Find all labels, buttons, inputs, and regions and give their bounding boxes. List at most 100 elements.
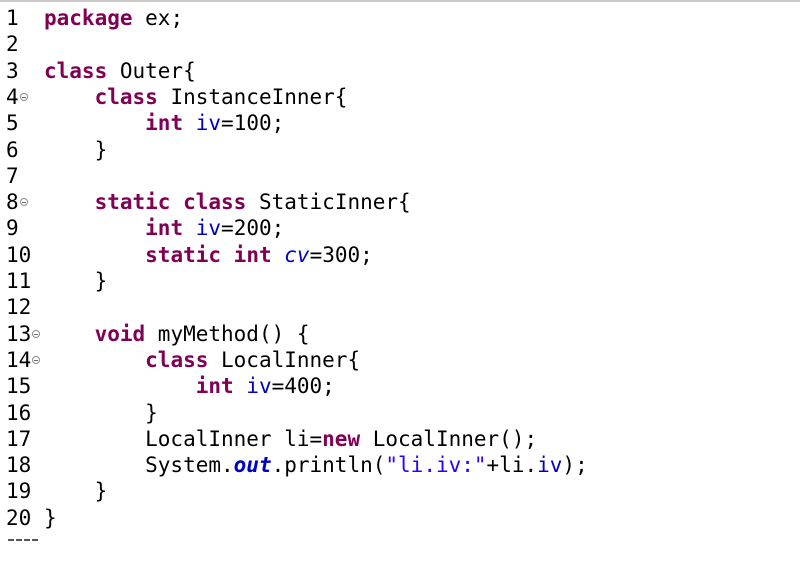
code-line[interactable]: 2 [0, 31, 44, 57]
line-number: 3 [6, 58, 19, 83]
keyword-token: void [94, 321, 146, 346]
collapse-fold-icon[interactable] [32, 355, 41, 364]
field-token: iv [246, 374, 272, 399]
field-token: iv [195, 216, 222, 241]
line-number: 10 [6, 242, 32, 267]
line-number: 1 [6, 6, 19, 30]
keyword-token: class [94, 84, 158, 109]
field-token: iv [195, 111, 222, 136]
static-field-token: cv [284, 242, 310, 267]
code-text: } [44, 506, 57, 530]
code-token: LocalInner(); [360, 426, 538, 451]
code-token: System. [44, 453, 234, 478]
line-number: 7 [6, 163, 19, 188]
code-token: =300; [309, 242, 373, 267]
code-text: int iv=200; [44, 216, 284, 240]
line-number: 15 [6, 374, 32, 399]
code-line[interactable]: 3 class Outer{ [0, 58, 196, 84]
code-token: .println( [271, 453, 386, 478]
code-line[interactable]: 16 } [0, 400, 158, 426]
code-line[interactable]: 17 LocalInner li=new LocalInner(); [0, 426, 537, 452]
code-line[interactable]: 10 static int cv=300; [0, 242, 373, 268]
line-number: 17 [6, 426, 32, 451]
code-line[interactable]: 11 } [0, 268, 107, 294]
line-number-gutter: 1 [0, 5, 44, 31]
keyword-token: static [145, 242, 222, 267]
code-line[interactable]: 5 int iv=100; [0, 110, 284, 136]
code-line[interactable]: 18 System.out.println("li.iv:"+li.iv); [0, 452, 588, 478]
code-line[interactable]: 7 [0, 163, 44, 189]
keyword-token: int [233, 242, 272, 267]
line-number-gutter: 18 [0, 452, 44, 478]
line-number-gutter: 12 [0, 294, 44, 320]
code-token: ex; [132, 6, 184, 30]
keyword-token: class [183, 190, 247, 215]
line-number: 4 [6, 84, 19, 109]
field-token: iv [537, 453, 563, 478]
code-text: int iv=100; [44, 111, 284, 135]
code-line[interactable]: 13 void myMethod() { [0, 321, 310, 347]
code-token: =100; [221, 111, 285, 136]
code-line[interactable]: 8 static class StaticInner{ [0, 189, 411, 215]
code-text: int iv=400; [44, 374, 335, 398]
code-line[interactable]: 20} [0, 505, 57, 531]
collapse-fold-icon[interactable] [19, 92, 28, 101]
line-number-gutter: 14 [0, 347, 44, 373]
str-token: "li.iv:" [385, 453, 487, 478]
code-line[interactable]: 6 } [0, 137, 107, 163]
line-number-gutter: 11 [0, 268, 44, 294]
line-number-gutter: 2 [0, 31, 44, 57]
code-token: myMethod() { [145, 321, 310, 346]
code-text: class InstanceInner{ [44, 84, 348, 109]
collapse-fold-icon[interactable] [32, 329, 41, 338]
partial-next-line-number [8, 539, 38, 544]
line-number: 5 [6, 111, 19, 136]
keyword-token: int [145, 111, 184, 136]
code-line[interactable]: 9 int iv=200; [0, 215, 284, 241]
line-number-gutter: 13 [0, 321, 44, 347]
line-number-gutter: 6 [0, 137, 44, 163]
line-number: 2 [6, 32, 19, 57]
code-text: } [44, 479, 108, 504]
line-number: 9 [6, 216, 19, 241]
code-line[interactable]: 1 package ex; [0, 5, 183, 31]
code-token: } [44, 400, 158, 425]
code-line[interactable]: 15 int iv=400; [0, 373, 335, 399]
code-token: } [44, 479, 108, 504]
line-number: 16 [6, 400, 32, 425]
code-text: class LocalInner{ [44, 348, 360, 372]
code-text: package ex; [44, 6, 183, 30]
line-number: 12 [6, 295, 32, 320]
code-token: InstanceInner{ [157, 84, 348, 109]
code-editor[interactable]: 1 package ex; 2 3 class Outer{4 class Instan… [0, 0, 800, 578]
code-token: =400; [271, 374, 335, 399]
code-token: =200; [221, 216, 285, 241]
code-line[interactable]: 4 class InstanceInner{ [0, 84, 347, 110]
code-token: StaticInner{ [246, 190, 411, 215]
keyword-token: new [322, 426, 361, 451]
code-line[interactable]: 12 [0, 294, 44, 320]
code-text: void myMethod() { [44, 322, 310, 346]
keyword-token: package [44, 6, 133, 30]
code-text: } [44, 137, 108, 162]
keyword-token: int [195, 374, 234, 399]
collapse-fold-icon[interactable] [19, 198, 28, 207]
code-token: } [44, 137, 108, 162]
code-text: static int cv=300; [44, 243, 373, 267]
keyword-token: int [145, 216, 184, 241]
line-number: 8 [6, 190, 19, 215]
code-line[interactable]: 19 } [0, 478, 107, 504]
line-number-gutter: 9 [0, 215, 44, 241]
line-number: 6 [6, 137, 19, 162]
line-number: 18 [6, 453, 32, 478]
keyword-token: static [94, 190, 171, 215]
line-number: 14 [6, 347, 32, 372]
code-line[interactable]: 14 class LocalInner{ [0, 347, 360, 373]
code-token: ); [562, 453, 588, 478]
